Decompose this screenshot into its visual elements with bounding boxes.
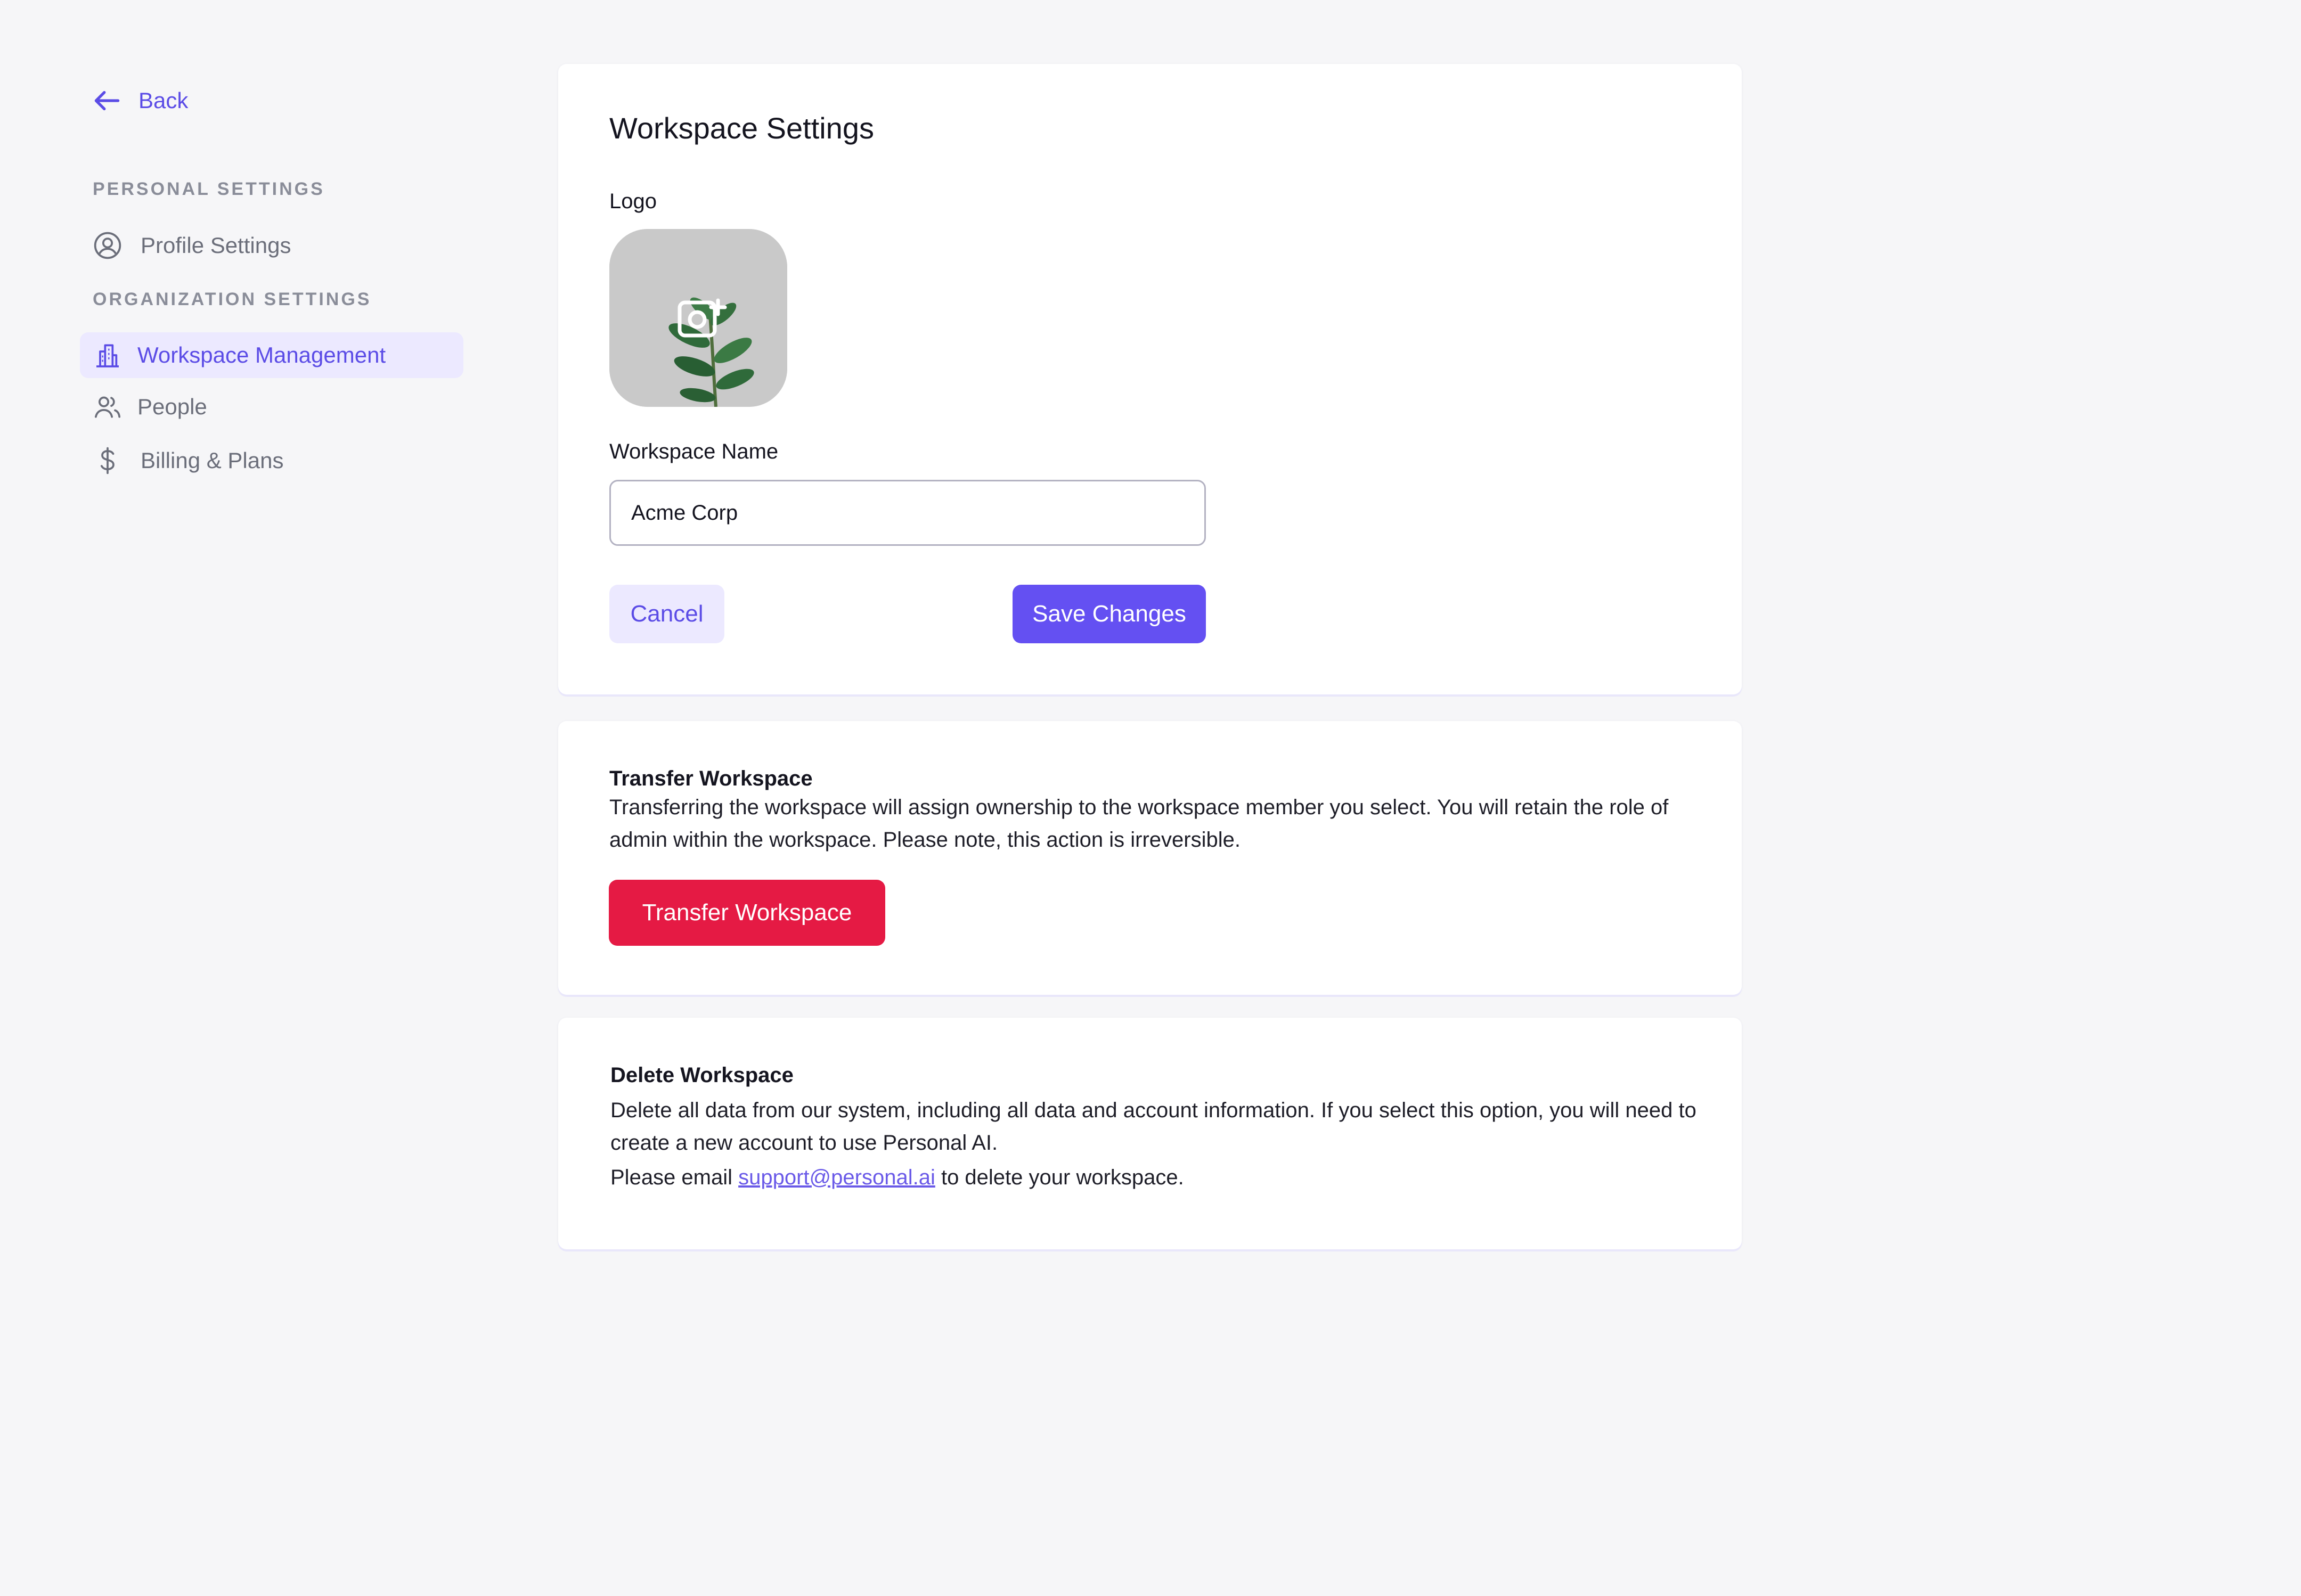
sidebar-item-workspace-management[interactable]: Workspace Management	[80, 332, 463, 378]
arrow-left-icon	[94, 91, 120, 111]
delete-email-line: Please email support@personal.ai to dele…	[610, 1161, 1184, 1194]
transfer-workspace-button[interactable]: Transfer Workspace	[609, 880, 885, 946]
organization-settings-heading: ORGANIZATION SETTINGS	[93, 289, 372, 309]
cancel-button[interactable]: Cancel	[609, 585, 724, 643]
logo-image	[609, 229, 787, 407]
email-prefix: Please email	[610, 1166, 739, 1189]
personal-settings-heading: PERSONAL SETTINGS	[93, 179, 325, 199]
page-title: Workspace Settings	[609, 111, 874, 145]
sidebar-item-billing-plans[interactable]: Billing & Plans	[80, 438, 463, 484]
sidebar-item-label: Billing & Plans	[141, 448, 284, 473]
back-link[interactable]: Back	[91, 84, 188, 117]
delete-title: Delete Workspace	[610, 1063, 794, 1087]
sidebar-item-people[interactable]: People	[80, 384, 463, 430]
delete-description: Delete all data from our system, includi…	[610, 1099, 1696, 1155]
sidebar-item-label: Workspace Management	[137, 342, 386, 367]
sidebar-item-label: Profile Settings	[141, 233, 291, 258]
save-changes-button[interactable]: Save Changes	[1013, 585, 1206, 643]
transfer-title: Transfer Workspace	[609, 767, 813, 790]
building-icon	[96, 344, 119, 367]
workspace-settings-card: Workspace Settings Logo Workspace Name C…	[558, 64, 1742, 694]
transfer-description: Transferring the workspace will assign o…	[609, 796, 1669, 852]
logo-label: Logo	[609, 190, 657, 213]
back-label: Back	[138, 88, 189, 113]
sidebar-item-label: People	[137, 394, 207, 419]
workspace-name-label: Workspace Name	[609, 440, 779, 463]
support-email-link[interactable]: support@personal.ai	[738, 1166, 935, 1189]
user-circle-icon	[94, 232, 121, 259]
email-suffix: to delete your workspace.	[935, 1166, 1184, 1189]
delete-workspace-card: Delete Workspace Delete all data from ou…	[558, 1018, 1742, 1249]
logo-upload[interactable]	[609, 229, 787, 407]
transfer-workspace-card: Transfer Workspace Transferring the work…	[558, 721, 1742, 995]
users-icon	[94, 396, 121, 418]
dollar-icon	[100, 447, 115, 474]
workspace-name-input[interactable]	[609, 480, 1206, 546]
sidebar-item-profile-settings[interactable]: Profile Settings	[80, 223, 463, 268]
